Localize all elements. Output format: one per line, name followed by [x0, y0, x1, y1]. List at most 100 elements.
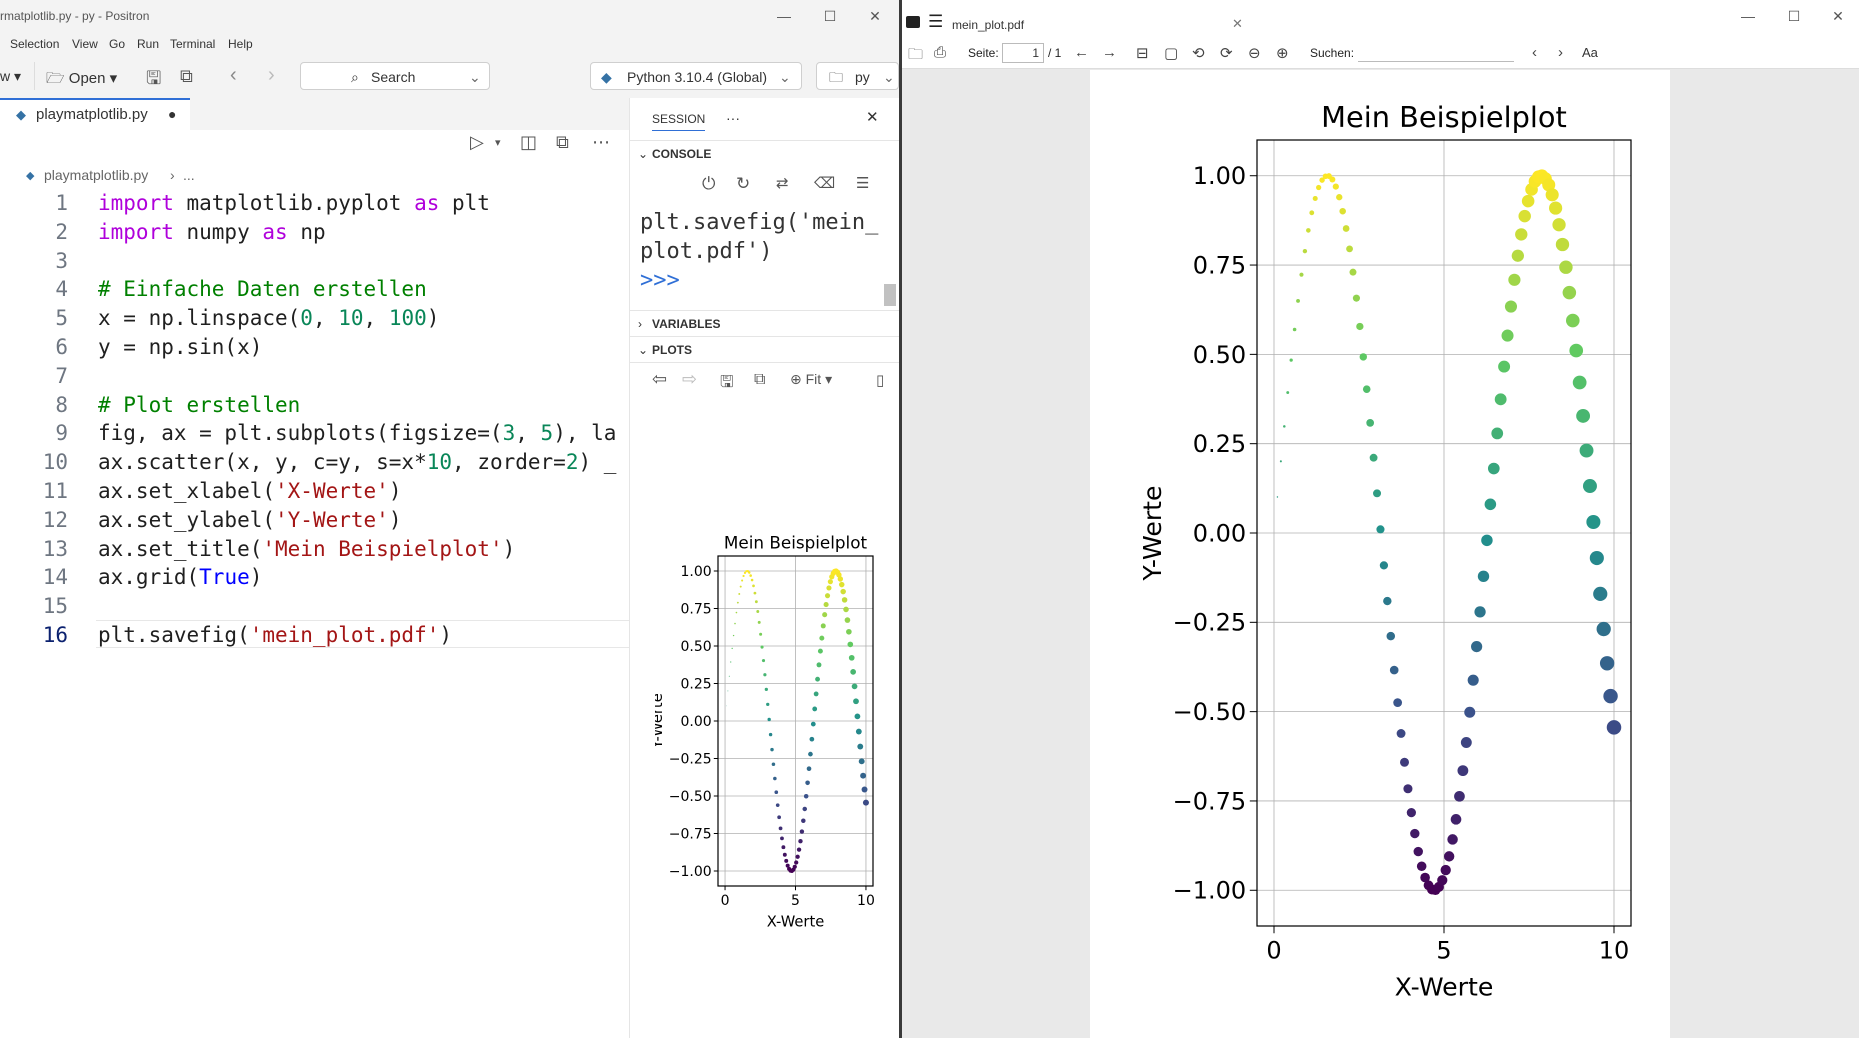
line-number: 1	[55, 191, 68, 215]
find-previous-icon[interactable]: ‹	[1532, 44, 1537, 61]
open-button[interactable]: 🗁 Open ▾	[46, 68, 117, 93]
print-icon[interactable]: ⎙	[934, 44, 946, 61]
scatter-point	[727, 690, 729, 692]
breadcrumb-symbols[interactable]: ...	[183, 167, 195, 183]
menu-help[interactable]: Help	[228, 37, 253, 51]
search-box[interactable]: ⌕ Search ⌄	[300, 62, 490, 90]
run-dropdown-icon[interactable]: ▾	[495, 136, 501, 149]
interpreter-selector[interactable]: ◆ Python 3.10.4 (Global) ⌄	[590, 62, 802, 90]
scatter-point	[847, 641, 854, 648]
copy-plot-icon[interactable]: ⧉	[754, 371, 765, 389]
code-line[interactable]: ax.scatter(x, y, c=y, s=x*10, zorder=2) …	[98, 450, 616, 474]
plots-section-header[interactable]: ⌄ PLOTS	[630, 336, 899, 363]
fit-page-icon[interactable]: ⊟	[1136, 44, 1149, 62]
code-line[interactable]: ax.set_title('Mein Beispielplot')	[98, 537, 515, 561]
x-tick-label: 5	[1436, 936, 1451, 964]
code-line[interactable]: ax.grid(True)	[98, 565, 262, 589]
code-line[interactable]: fig, ax = plt.subplots(figsize=(3, 5), l…	[98, 421, 616, 445]
code-line[interactable]: import matplotlib.pyplot as plt	[98, 191, 490, 215]
console-scrollbar[interactable]	[884, 284, 896, 306]
page-number-input[interactable]: 1	[1002, 43, 1044, 63]
variables-section-header[interactable]: › VARIABLES	[630, 310, 899, 337]
line-number: 8	[55, 392, 68, 417]
find-next-icon[interactable]: ›	[1558, 44, 1563, 61]
code-line[interactable]: # Einfache Daten erstellen	[98, 277, 427, 301]
search-input[interactable]	[1358, 43, 1514, 62]
zoom-in-icon[interactable]: ⊕	[1276, 44, 1289, 62]
open-file-icon[interactable]: 🗀	[908, 44, 923, 69]
code-line[interactable]: ax.set_ylabel('Y-Werte')	[98, 508, 401, 532]
run-icon[interactable]: ▷	[470, 132, 484, 153]
save-icon[interactable]: 🖫	[146, 66, 161, 96]
menu-run[interactable]: Run	[137, 37, 159, 51]
line-number: 10	[42, 450, 68, 475]
rotate-right-icon[interactable]: ⟳	[1220, 44, 1233, 62]
scatter-point	[747, 571, 751, 574]
minimize-icon[interactable]: —	[764, 4, 804, 28]
menu-go[interactable]: Go	[109, 37, 125, 51]
save-all-icon[interactable]: ⧉	[180, 66, 193, 87]
x-tick-label: 0	[1266, 936, 1281, 964]
save-plot-icon[interactable]: 🖫	[720, 371, 734, 398]
y-tick-label: 0.75	[681, 601, 712, 617]
match-case-icon[interactable]: Aa	[1582, 45, 1598, 60]
folder-icon: 🗀	[829, 69, 843, 85]
forward-icon[interactable]: ›	[268, 64, 275, 87]
plot-preview[interactable]: 0 5 10 −1.00 −0.75 −0.50 −0.25 0.00 0.25 0.50 0.75…	[655, 513, 899, 1033]
next-plot-icon[interactable]: ⇨	[682, 369, 697, 390]
tab-session[interactable]: SESSION	[652, 112, 706, 131]
python-file-icon: ◆	[16, 107, 26, 122]
code-line[interactable]: x = np.linspace(0, 10, 100)	[98, 306, 439, 330]
scatter-point	[749, 574, 752, 577]
code-line[interactable]: plt.savefig('mein_plot.pdf')	[98, 623, 452, 647]
console-menu-icon[interactable]: ☰	[856, 174, 869, 192]
code-line[interactable]: y = np.sin(x)	[98, 335, 262, 359]
code-line[interactable]: ax.set_xlabel('X-Werte')	[98, 479, 401, 503]
new-dropdown[interactable]: w ▾	[0, 68, 21, 85]
tab-playmatplotlib[interactable]: ◆ playmatplotlib.py ●	[0, 98, 190, 130]
console-section-header[interactable]: ⌄ CONSOLE	[630, 140, 899, 167]
zoom-out-icon[interactable]: ⊖	[1248, 44, 1261, 62]
code-editor[interactable]: 1 import matplotlib.pyplot as plt 2 import …	[0, 188, 629, 1038]
maximize-icon[interactable]: ☐	[1774, 4, 1814, 28]
maximize-icon[interactable]: ☐	[810, 4, 850, 28]
interrupt-icon[interactable]: ⇄	[776, 174, 789, 192]
scatter-point	[1559, 260, 1573, 274]
open-external-icon[interactable]: ⧉	[556, 132, 569, 153]
fit-width-icon[interactable]: ▢	[1164, 44, 1178, 62]
folder-selector[interactable]: 🗀 py ⌄	[816, 62, 899, 90]
more-actions-icon[interactable]: ⋯	[592, 132, 610, 153]
scatter-point	[1359, 353, 1368, 361]
power-icon[interactable]: ⏻	[702, 174, 715, 194]
hamburger-menu-icon[interactable]: ☰	[928, 12, 943, 32]
next-page-icon[interactable]: →	[1102, 44, 1117, 61]
close-icon[interactable]: ✕	[1818, 4, 1858, 28]
code-line[interactable]: # Plot erstellen	[98, 393, 300, 417]
menu-terminal[interactable]: Terminal	[170, 37, 215, 51]
restart-icon[interactable]: ↻	[736, 174, 750, 194]
menu-view[interactable]: View	[72, 37, 98, 51]
plot-history-icon[interactable]: ▯	[876, 371, 884, 389]
breadcrumb-file[interactable]: playmatplotlib.py	[44, 167, 148, 183]
session-more-icon[interactable]: ···	[726, 110, 740, 126]
close-icon[interactable]: ✕	[855, 4, 895, 28]
scatter-point	[1576, 409, 1591, 423]
minimize-icon[interactable]: —	[1728, 4, 1768, 28]
scatter-point	[1437, 875, 1448, 886]
close-tab-icon[interactable]: ✕	[1232, 16, 1243, 32]
rotate-left-icon[interactable]: ⟲	[1192, 44, 1205, 62]
code-line[interactable]: import numpy as np	[98, 220, 326, 244]
interpreter-label: Python 3.10.4 (Global)	[627, 69, 768, 85]
fit-selector[interactable]: ⊕ Fit ▾	[790, 371, 832, 388]
prev-page-icon[interactable]: ←	[1074, 44, 1089, 61]
pdf-tab-label[interactable]: mein_plot.pdf	[952, 18, 1024, 32]
previous-plot-icon[interactable]: ⇦	[652, 369, 667, 390]
close-panel-icon[interactable]: ✕	[866, 108, 879, 126]
console-output[interactable]: plt.savefig('mein_ plot.pdf') >>>	[640, 208, 878, 295]
back-icon[interactable]: ‹	[230, 64, 237, 87]
unsaved-dot-icon[interactable]: ●	[168, 106, 176, 122]
menu-selection[interactable]: Selection	[10, 37, 59, 51]
scatter-point	[1454, 790, 1465, 802]
split-editor-icon[interactable]: ◫	[520, 132, 537, 153]
clear-console-icon[interactable]: ⌫	[814, 174, 835, 192]
